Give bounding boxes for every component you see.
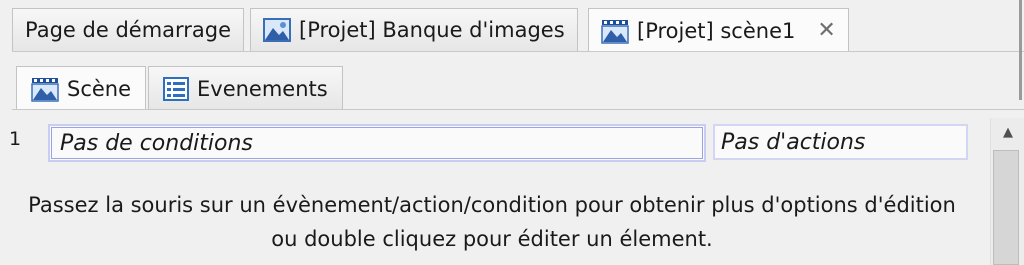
close-icon[interactable]: ✕ [817, 19, 835, 42]
scroll-thumb[interactable] [993, 150, 1019, 265]
event-list-icon [163, 76, 189, 101]
tab-image-bank[interactable]: [Projet] Banque d'images [250, 8, 578, 51]
tab-strip-divider [12, 109, 1024, 110]
vertical-scrollbar[interactable]: ▲ [990, 118, 1024, 265]
scene-icon [601, 18, 629, 44]
event-number: 1 [9, 128, 22, 150]
tab-scene[interactable]: Scène [16, 66, 147, 110]
conditions-area[interactable]: Pas de conditions [48, 124, 706, 162]
help-line-2: ou double cliquez pour éditer un élement… [271, 227, 713, 251]
document-tab-bar: Page de démarrage [Projet] Banque d'imag… [0, 0, 1024, 52]
tab-label: Evenements [197, 76, 328, 101]
tab-start-page[interactable]: Page de démarrage [12, 8, 245, 51]
tab-label: [Projet] Banque d'images [299, 18, 565, 42]
help-line-1: Passez la souris sur un évènement/action… [28, 193, 956, 217]
tab-label: [Projet] scène1 [637, 18, 796, 43]
editor-tab-bar: Scène Evenements [0, 52, 1024, 110]
actions-area[interactable]: Pas d'actions [713, 124, 968, 160]
tab-scene1[interactable]: [Projet] scène1 ✕ [588, 8, 849, 52]
help-message: Passez la souris sur un évènement/action… [0, 188, 990, 256]
scene-icon [31, 76, 59, 102]
image-bank-icon [263, 18, 291, 42]
tab-events[interactable]: Evenements [148, 66, 343, 110]
tab-label: Scène [67, 76, 132, 101]
scroll-up-arrow-icon[interactable]: ▲ [991, 118, 1024, 146]
tab-label: Page de démarrage [25, 18, 232, 42]
